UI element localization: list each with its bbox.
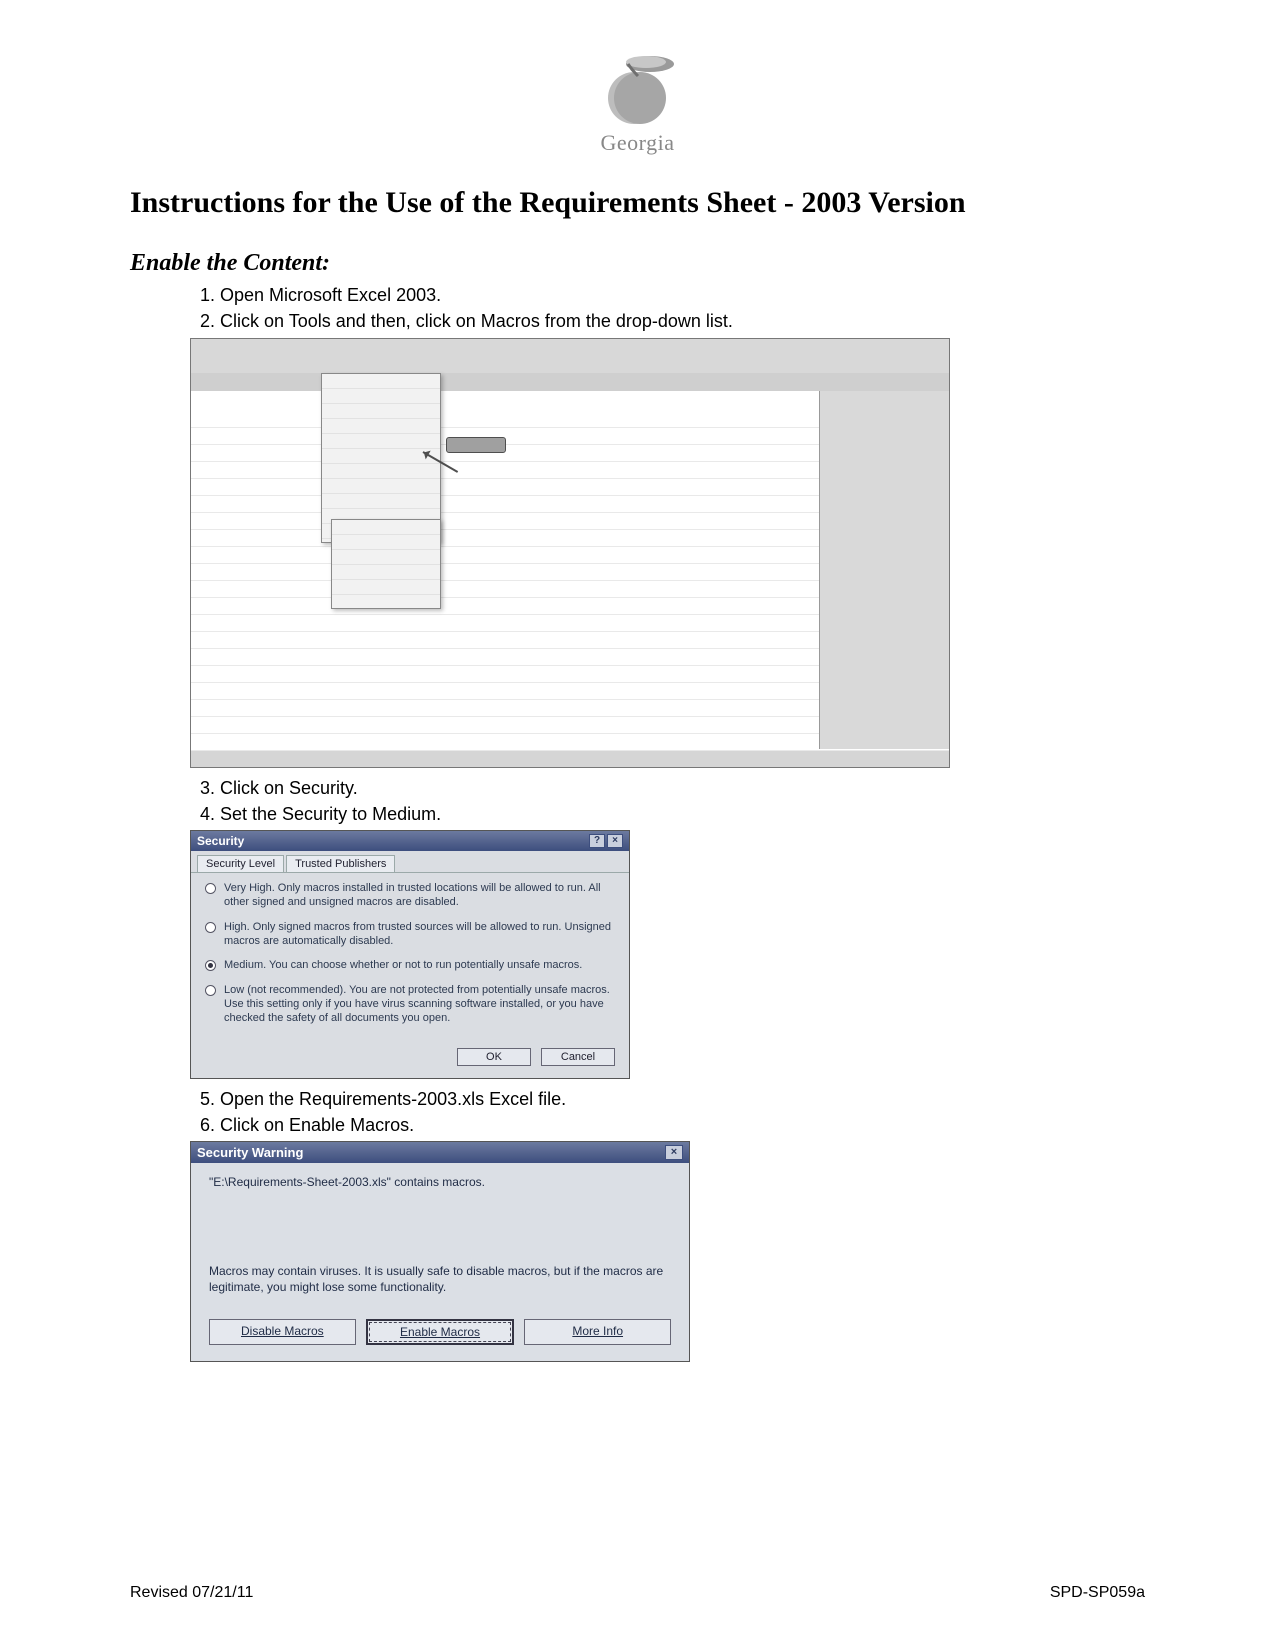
step-3: Click on Security. bbox=[220, 776, 1145, 800]
close-icon: × bbox=[607, 834, 623, 848]
security-option-very-high: Very High. Only macros installed in trus… bbox=[205, 881, 615, 910]
security-option-medium: Medium. You can choose whether or not to… bbox=[205, 958, 615, 972]
georgia-peach-icon bbox=[588, 50, 688, 128]
step-4: Set the Security to Medium. bbox=[220, 802, 1145, 826]
footer-revised: Revised 07/21/11 bbox=[130, 1584, 253, 1602]
more-info-button: More Info bbox=[524, 1319, 671, 1345]
radio-icon-selected bbox=[205, 960, 216, 971]
security-dialog-screenshot: Security ? × Security Level Trusted Publ… bbox=[190, 830, 1145, 1078]
step-2: Click on Tools and then, click on Macros… bbox=[220, 309, 1145, 333]
radio-icon bbox=[205, 985, 216, 996]
step-6: Click on Enable Macros. bbox=[220, 1113, 1145, 1137]
ok-button: OK bbox=[457, 1048, 531, 1066]
close-icon: × bbox=[665, 1145, 683, 1160]
page-title: Instructions for the Use of the Requirem… bbox=[130, 186, 1145, 220]
header-logo: Georgia bbox=[130, 50, 1145, 156]
page-footer: Revised 07/21/11 SPD-SP059a bbox=[130, 1584, 1145, 1602]
instruction-list-cont-2: Open the Requirements-2003.xls Excel fil… bbox=[220, 1087, 1145, 1138]
tab-security-level: Security Level bbox=[197, 855, 284, 872]
step-1: Open Microsoft Excel 2003. bbox=[220, 283, 1145, 307]
security-option-high: High. Only signed macros from trusted so… bbox=[205, 920, 615, 949]
instruction-list-cont-1: Click on Security. Set the Security to M… bbox=[220, 776, 1145, 827]
warning-message-detail: Macros may contain viruses. It is usuall… bbox=[209, 1263, 671, 1295]
warning-dialog-titlebar: Security Warning × bbox=[191, 1142, 689, 1163]
excel-screenshot bbox=[190, 338, 1145, 768]
security-option-low: Low (not recommended). You are not prote… bbox=[205, 983, 615, 1026]
footer-doc-id: SPD-SP059a bbox=[1050, 1584, 1145, 1602]
logo-caption: Georgia bbox=[601, 130, 675, 156]
warning-dialog-title: Security Warning bbox=[197, 1145, 303, 1160]
enable-macros-button: Enable Macros bbox=[366, 1319, 515, 1345]
section-heading: Enable the Content: bbox=[130, 250, 1145, 277]
security-dialog-titlebar: Security ? × bbox=[191, 831, 629, 851]
warning-message-file: "E:\Requirements-Sheet-2003.xls" contain… bbox=[209, 1175, 671, 1189]
tab-trusted-publishers: Trusted Publishers bbox=[286, 855, 395, 872]
security-dialog-title: Security bbox=[197, 834, 244, 848]
help-icon: ? bbox=[589, 834, 605, 848]
step-5: Open the Requirements-2003.xls Excel fil… bbox=[220, 1087, 1145, 1111]
security-warning-screenshot: Security Warning × "E:\Requirements-Shee… bbox=[190, 1141, 1145, 1362]
cancel-button: Cancel bbox=[541, 1048, 615, 1066]
instruction-list: Open Microsoft Excel 2003. Click on Tool… bbox=[220, 283, 1145, 334]
radio-icon bbox=[205, 922, 216, 933]
disable-macros-button: Disable Macros bbox=[209, 1319, 356, 1345]
radio-icon bbox=[205, 883, 216, 894]
